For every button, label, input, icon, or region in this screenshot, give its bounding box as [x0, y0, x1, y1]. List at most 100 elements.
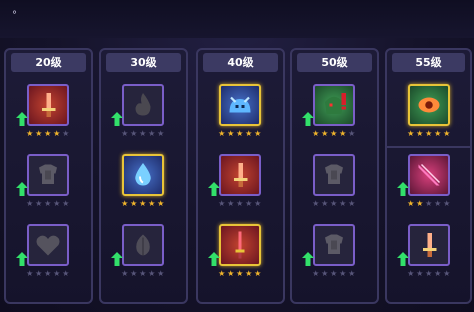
upgrade-arrow-icon: [208, 251, 220, 266]
skill-card[interactable]: [219, 84, 261, 126]
star-icon: ★: [227, 129, 235, 138]
skill-slot[interactable]: ★★★★★: [387, 154, 471, 222]
star-icon: ★: [139, 129, 147, 138]
skill-card[interactable]: [408, 84, 450, 126]
skill-slot[interactable]: ★★★★★: [292, 84, 376, 152]
leaf-icon: [128, 230, 158, 260]
upgrade-arrow-icon: [111, 111, 123, 126]
star-icon: ★: [35, 129, 43, 138]
star-icon: ★: [121, 269, 129, 278]
dagger-icon: [225, 230, 255, 260]
star-icon: ★: [348, 129, 356, 138]
star-rating: ★★★★★: [101, 129, 185, 139]
skill-slot[interactable]: ★★★★★: [101, 84, 185, 152]
star-icon: ★: [321, 269, 329, 278]
sword-icon: [33, 90, 63, 120]
skill-slot[interactable]: ★★★★★: [101, 154, 185, 222]
skill-card[interactable]: [408, 154, 450, 196]
star-icon: ★: [348, 199, 356, 208]
sword-icon: [225, 160, 255, 190]
star-icon: ★: [157, 269, 165, 278]
star-icon: ★: [443, 199, 451, 208]
skill-card[interactable]: [313, 224, 355, 266]
skill-slot[interactable]: ★★★★★: [198, 224, 282, 292]
star-icon: ★: [434, 129, 442, 138]
star-icon: ★: [425, 269, 433, 278]
star-icon: ★: [245, 269, 253, 278]
skill-card[interactable]: [219, 154, 261, 196]
star-icon: ★: [62, 129, 70, 138]
skill-card[interactable]: [313, 84, 355, 126]
skill-card[interactable]: [27, 224, 69, 266]
star-icon: ★: [35, 269, 43, 278]
star-icon: ★: [434, 269, 442, 278]
skill-slot[interactable]: ★★★★★: [292, 224, 376, 292]
skill-card[interactable]: [313, 154, 355, 196]
star-icon: ★: [416, 199, 424, 208]
slash-icon: [414, 160, 444, 190]
star-icon: ★: [26, 129, 34, 138]
skill-card[interactable]: [122, 84, 164, 126]
star-icon: ★: [148, 199, 156, 208]
skill-slot[interactable]: ★★★★★: [387, 224, 471, 292]
star-icon: ★: [407, 129, 415, 138]
level-column: 50级 ★★★★★ ★★★★★ ★★★★★: [290, 48, 379, 304]
star-icon: ★: [130, 199, 138, 208]
star-rating: ★★★★★: [292, 129, 376, 139]
star-rating: ★★★★★: [198, 199, 282, 209]
star-rating: ★★★★★: [6, 199, 90, 209]
star-rating: ★★★★★: [6, 269, 90, 279]
skill-card[interactable]: [219, 224, 261, 266]
level-column: 55级 ★★★★★ ★★★★★ ★★★★★: [385, 48, 472, 304]
skill-slot[interactable]: ★★★★★: [387, 84, 471, 152]
star-icon: ★: [157, 129, 165, 138]
skill-slot[interactable]: ★★★★★: [198, 154, 282, 222]
skill-card[interactable]: [122, 154, 164, 196]
star-icon: ★: [130, 269, 138, 278]
star-rating: ★★★★★: [387, 269, 471, 279]
star-icon: ★: [236, 269, 244, 278]
star-icon: ★: [254, 199, 262, 208]
upgrade-arrow-icon: [111, 251, 123, 266]
level-column: 30级 ★★★★★ ★★★★★ ★★★★★: [99, 48, 188, 304]
star-icon: ★: [425, 199, 433, 208]
star-icon: ★: [26, 199, 34, 208]
level-column: 20级 ★★★★★ ★★★★★ ★★★★★: [4, 48, 93, 304]
star-icon: ★: [312, 269, 320, 278]
star-icon: ★: [330, 199, 338, 208]
skill-slot[interactable]: ★★★★★: [292, 154, 376, 222]
star-icon: ★: [121, 129, 129, 138]
star-icon: ★: [443, 269, 451, 278]
goblin-icon: [319, 90, 349, 120]
star-icon: ★: [218, 129, 226, 138]
star-rating: ★★★★★: [387, 129, 471, 139]
star-icon: ★: [139, 199, 147, 208]
star-icon: ★: [157, 199, 165, 208]
heart-icon: [33, 230, 63, 260]
skill-card[interactable]: [122, 224, 164, 266]
skill-slot[interactable]: ★★★★★: [6, 224, 90, 292]
level-header: 55级: [392, 53, 465, 72]
skill-slot[interactable]: ★★★★★: [101, 224, 185, 292]
star-icon: ★: [139, 269, 147, 278]
star-icon: ★: [339, 129, 347, 138]
level-columns: 20级 ★★★★★ ★★★★★ ★★★★★ 30级 ★★★★★ ★★★★★ ★★★★★ 40级 ★…: [0, 48, 474, 306]
star-rating: ★★★★★: [292, 199, 376, 209]
star-rating: ★★★★★: [101, 199, 185, 209]
star-icon: ★: [44, 199, 52, 208]
skill-slot[interactable]: ★★★★★: [6, 154, 90, 222]
star-icon: ★: [236, 129, 244, 138]
star-icon: ★: [425, 129, 433, 138]
level-header: 40级: [203, 53, 278, 72]
star-icon: ★: [348, 269, 356, 278]
star-icon: ★: [339, 199, 347, 208]
skill-card[interactable]: [27, 84, 69, 126]
skill-card[interactable]: [408, 224, 450, 266]
skill-slot[interactable]: ★★★★★: [198, 84, 282, 152]
upgrade-arrow-icon: [302, 251, 314, 266]
star-icon: ★: [44, 129, 52, 138]
star-icon: ★: [245, 129, 253, 138]
star-icon: ★: [321, 129, 329, 138]
skill-slot[interactable]: ★★★★★: [6, 84, 90, 152]
skill-card[interactable]: [27, 154, 69, 196]
